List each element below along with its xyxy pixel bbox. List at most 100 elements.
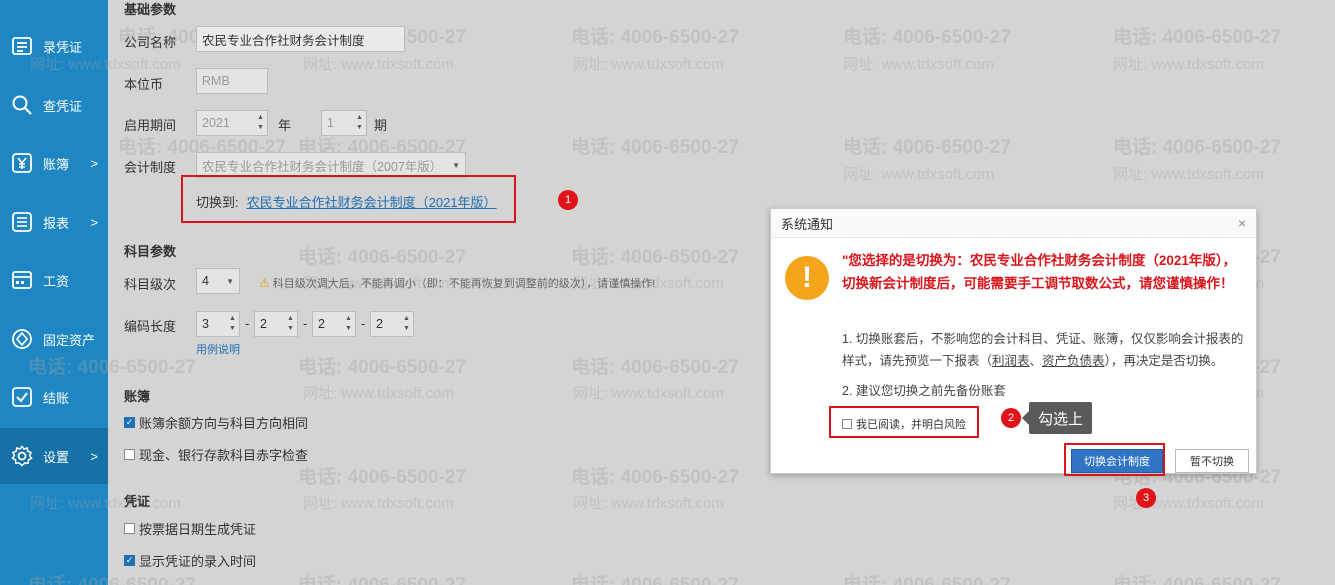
sidebar-item-label: 设置 bbox=[43, 449, 70, 465]
warning-icon: ! bbox=[785, 256, 829, 300]
salary-icon bbox=[10, 268, 34, 292]
watermark-phone: 电话: 4006-6500-27 bbox=[843, 137, 1011, 158]
sidebar-item-checkout[interactable]: 结账 bbox=[0, 369, 108, 425]
dialog-header: 系统通知 bbox=[771, 209, 1256, 238]
subject-level-select[interactable]: 4 ▼ bbox=[196, 268, 240, 294]
code-length-value: 2 bbox=[260, 317, 267, 331]
stepper-arrows-icon[interactable]: ▲ ▼ bbox=[229, 315, 237, 333]
dialog-warning-text: "您选择的是切换为：农民专业合作社财务会计制度（2021年版），切换新会计制度后… bbox=[842, 253, 1237, 291]
period-unit: 期 bbox=[374, 118, 388, 133]
company-name-field[interactable]: 农民专业合作社财务会计制度 bbox=[196, 26, 405, 52]
switch-to-2021-link[interactable]: 农民专业合作社财务会计制度（2021年版） bbox=[247, 192, 497, 211]
watermark-site: 网址: www.tdxsoft.com bbox=[573, 495, 724, 512]
sidebar-item-label: 报表 bbox=[43, 215, 70, 231]
sidebar-item-voucher-query[interactable]: 查凭证 bbox=[0, 77, 108, 133]
sidebar-item-ledger[interactable]: 账簿 > bbox=[0, 135, 108, 191]
subject-level-value: 4 bbox=[202, 274, 209, 288]
not-now-button[interactable]: 暂不切换 bbox=[1175, 449, 1249, 473]
stepper-arrows-icon[interactable]: ▲ ▼ bbox=[345, 315, 353, 333]
company-name-value: 农民专业合作社财务会计制度 bbox=[202, 33, 365, 48]
stepper-arrows-icon[interactable]: ▲ ▼ bbox=[356, 114, 364, 132]
watermark-phone: 电话: 4006-6500-27 bbox=[1113, 27, 1281, 48]
watermark-site: 网址: www.tdxsoft.com bbox=[1113, 166, 1264, 183]
sidebar-item-label: 查凭证 bbox=[43, 98, 83, 114]
sidebar: 录凭证 查凭证 账簿 > 报表 > 工资 固定资产 结账 设置 > bbox=[0, 0, 108, 585]
watermark-site: 网址: www.tdxsoft.com bbox=[303, 56, 454, 73]
watermark-phone: 电话: 4006-6500-27 bbox=[843, 27, 1011, 48]
chevron-down-icon: ▼ bbox=[452, 161, 460, 170]
watermark-phone: 电话: 4006-6500-27 bbox=[571, 357, 739, 378]
code-separator: - bbox=[245, 316, 250, 331]
subject-section-title: 科目参数 bbox=[124, 244, 177, 259]
yen-icon bbox=[10, 151, 34, 175]
checkbox-unchecked[interactable] bbox=[124, 523, 135, 534]
code-length-value: 2 bbox=[318, 317, 325, 331]
note-text: ），再决定是否切换。 bbox=[1104, 354, 1224, 368]
voucher-entry-icon bbox=[10, 34, 34, 58]
voucher-option-row[interactable]: 按票据日期生成凭证 bbox=[124, 519, 256, 538]
checkbox-checked[interactable]: ✓ bbox=[124, 417, 135, 428]
sidebar-item-label: 固定资产 bbox=[43, 332, 96, 348]
watermark-site: 网址: www.tdxsoft.com bbox=[843, 56, 994, 73]
code-length-stepper-4[interactable]: 2 ▲ ▼ bbox=[370, 311, 414, 337]
sidebar-item-label: 结账 bbox=[43, 390, 70, 406]
chevron-down-icon: ▼ bbox=[226, 277, 234, 286]
usage-help-link[interactable]: 用例说明 bbox=[196, 341, 240, 357]
currency-value: RMB bbox=[202, 74, 230, 88]
stepper-arrows-icon[interactable]: ▲ ▼ bbox=[403, 315, 411, 333]
ledger-option-label: 现金、银行存款科目赤字检查 bbox=[139, 448, 309, 463]
check-it-tooltip: 勾选上 bbox=[1022, 402, 1092, 434]
step-badge-1: 1 bbox=[558, 190, 578, 210]
watermark-site: 网址: www.tdxsoft.com bbox=[1113, 56, 1264, 73]
start-period-stepper[interactable]: 1 ▲ ▼ bbox=[321, 110, 367, 136]
chevron-right-icon: > bbox=[90, 155, 98, 171]
switch-to-prefix: 切换到: bbox=[196, 195, 239, 210]
sidebar-item-salary[interactable]: 工资 bbox=[0, 252, 108, 308]
watermark-phone: 电话: 4006-6500-27 bbox=[1113, 137, 1281, 158]
ledger-option-row[interactable]: ✓ 账簿余额方向与科目方向相同 bbox=[124, 413, 308, 432]
code-length-stepper-2[interactable]: 2 ▲ ▼ bbox=[254, 311, 298, 337]
voucher-option-row[interactable]: ✓ 显示凭证的录入时间 bbox=[124, 551, 256, 570]
close-icon[interactable]: × bbox=[1238, 215, 1246, 231]
watermark-phone: 电话: 4006-6500-27 bbox=[1113, 570, 1281, 585]
code-separator: - bbox=[303, 316, 308, 331]
watermark-phone: 电话: 4006-6500-27 bbox=[298, 247, 466, 268]
checkbox-unchecked[interactable] bbox=[124, 449, 135, 460]
watermark-phone: 电话: 4006-6500-27 bbox=[571, 137, 739, 158]
basic-section-title: 基础参数 bbox=[124, 2, 177, 17]
chevron-right-icon: > bbox=[90, 214, 98, 230]
start-year-value: 2021 bbox=[202, 116, 230, 130]
ledger-option-label: 账簿余额方向与科目方向相同 bbox=[139, 416, 309, 431]
sidebar-item-voucher-entry[interactable]: 录凭证 bbox=[0, 18, 108, 74]
watermark-phone: 电话: 4006-6500-27 bbox=[843, 570, 1011, 585]
ledger-option-row[interactable]: 现金、银行存款科目赤字检查 bbox=[124, 445, 308, 464]
subject-level-label: 科目级次 bbox=[124, 277, 177, 292]
year-unit: 年 bbox=[278, 118, 292, 133]
switch-to-row: 切换到: 农民专业合作社财务会计制度（2021年版） bbox=[196, 192, 497, 211]
balance-sheet-link[interactable]: 资产负债表 bbox=[1042, 354, 1105, 368]
code-length-stepper-1[interactable]: 3 ▲ ▼ bbox=[196, 311, 240, 337]
sidebar-item-settings[interactable]: 设置 > bbox=[0, 428, 108, 484]
dialog-note-1: 1. 切换账套后，不影响您的会计科目、凭证、账簿，仅仅影响会计报表的样式，请先预… bbox=[842, 328, 1252, 372]
income-statement-link[interactable]: 利润表 bbox=[992, 354, 1030, 368]
sidebar-item-reports[interactable]: 报表 > bbox=[0, 194, 108, 250]
warning-icon: ⚠ bbox=[259, 276, 270, 290]
stepper-arrows-icon[interactable]: ▲ ▼ bbox=[257, 114, 265, 132]
sidebar-item-fixed-assets[interactable]: 固定资产 bbox=[0, 311, 108, 367]
start-year-stepper[interactable]: 2021 ▲ ▼ bbox=[196, 110, 268, 136]
start-period-label: 启用期间 bbox=[124, 118, 177, 133]
checkbox-checked[interactable]: ✓ bbox=[124, 555, 135, 566]
code-length-stepper-3[interactable]: 2 ▲ ▼ bbox=[312, 311, 356, 337]
dialog-title: 系统通知 bbox=[781, 216, 834, 232]
watermark-phone: 电话: 4006-6500-27 bbox=[571, 570, 739, 585]
code-length-value: 2 bbox=[376, 317, 383, 331]
stepper-arrows-icon[interactable]: ▲ ▼ bbox=[287, 315, 295, 333]
report-list-icon bbox=[10, 210, 34, 234]
watermark-phone: 电话: 4006-6500-27 bbox=[571, 27, 739, 48]
step-badge-3: 3 bbox=[1136, 488, 1156, 508]
currency-label: 本位币 bbox=[124, 77, 164, 92]
watermark-site: 网址: www.tdxsoft.com bbox=[573, 56, 724, 73]
highlight-switch-button bbox=[1064, 443, 1165, 476]
accounting-system-value: 农民专业合作社财务会计制度（2007年版） bbox=[202, 159, 443, 174]
accounting-system-label: 会计制度 bbox=[124, 160, 177, 175]
